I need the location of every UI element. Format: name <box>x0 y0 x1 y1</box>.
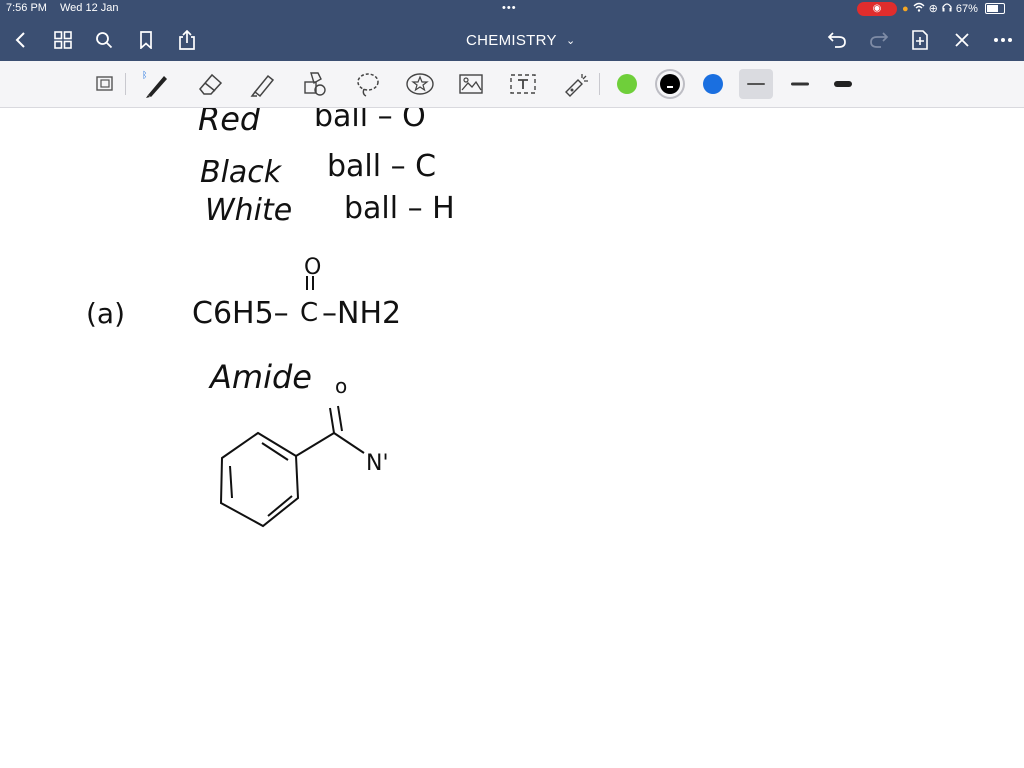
battery-percent: 67% <box>955 2 978 15</box>
note-line-label: Black <box>200 155 283 190</box>
color-swatch[interactable] <box>660 74 680 94</box>
shapes-tool-icon[interactable] <box>300 69 330 99</box>
image-tool-icon[interactable] <box>456 69 486 99</box>
redo-icon[interactable] <box>867 26 891 54</box>
location-icon: ⊕ <box>928 3 938 15</box>
svg-text:ᛒ: ᛒ <box>142 70 147 81</box>
status-date: Wed 12 Jan <box>60 2 119 14</box>
laser-pointer-icon[interactable] <box>561 69 591 99</box>
status-time: 7:56 PM <box>6 2 47 14</box>
pen-tool-icon[interactable]: ᛒ <box>141 69 171 99</box>
note-line-eq: ball – O <box>314 108 426 134</box>
close-icon[interactable] <box>950 26 974 54</box>
more-icon[interactable] <box>991 26 1015 54</box>
line-weight-thin[interactable] <box>739 69 773 99</box>
multitasking-dots[interactable]: ••• <box>502 2 517 14</box>
color-swatch[interactable] <box>617 74 637 94</box>
highlighter-tool-icon[interactable] <box>248 69 278 99</box>
eraser-tool-icon[interactable] <box>195 69 225 99</box>
note-line-label: White <box>205 193 292 228</box>
text-tool-icon[interactable] <box>508 69 538 99</box>
part-label: (a) <box>86 297 125 330</box>
class-label: Amide <box>208 358 312 396</box>
bookmark-icon[interactable] <box>134 26 158 54</box>
top-bar: 7:56 PM Wed 12 Jan ••• ◉ ● ⊕ 67% CHEMIST… <box>0 0 1024 61</box>
structure-oxygen: o <box>335 374 347 398</box>
elements-tool-icon[interactable] <box>405 69 435 99</box>
search-icon[interactable] <box>92 26 116 54</box>
title-chevron-down-icon[interactable]: ⌄ <box>566 34 575 47</box>
color-swatch[interactable] <box>703 74 723 94</box>
grid-icon[interactable] <box>51 26 75 54</box>
wifi-icon <box>913 2 925 15</box>
lasso-tool-icon[interactable] <box>353 69 383 99</box>
line-weight-thick[interactable] <box>826 69 860 99</box>
line-weight-medium[interactable] <box>783 69 817 99</box>
structure-nitrogen: N' <box>366 451 389 476</box>
note-line-label: Red <box>198 108 261 138</box>
chevron-left-icon[interactable] <box>8 26 32 54</box>
status-icons: ● ⊕ 67% <box>902 2 1005 15</box>
undo-icon[interactable] <box>825 26 849 54</box>
add-page-icon[interactable] <box>908 26 932 54</box>
battery-icon <box>984 3 1005 14</box>
note-canvas[interactable]: Red ball – O Black ball – C White ball –… <box>0 108 1024 768</box>
formula-carbon: C <box>300 298 318 328</box>
tool-bar: ᛒ <box>0 61 1024 108</box>
document-title[interactable]: CHEMISTRY <box>466 32 557 49</box>
record-icon[interactable]: ◉ <box>857 2 897 16</box>
note-line-eq: ball – C <box>327 149 436 184</box>
formula-left: C6H5– <box>192 296 289 331</box>
benzamide-structure <box>219 405 365 528</box>
headphones-icon <box>942 2 952 15</box>
orange-dot-icon: ● <box>902 2 909 15</box>
share-icon[interactable] <box>175 26 199 54</box>
formula-right: –NH2 <box>322 296 401 331</box>
read-only-mode-icon[interactable] <box>90 69 120 99</box>
note-line-eq: ball – H <box>344 191 455 226</box>
